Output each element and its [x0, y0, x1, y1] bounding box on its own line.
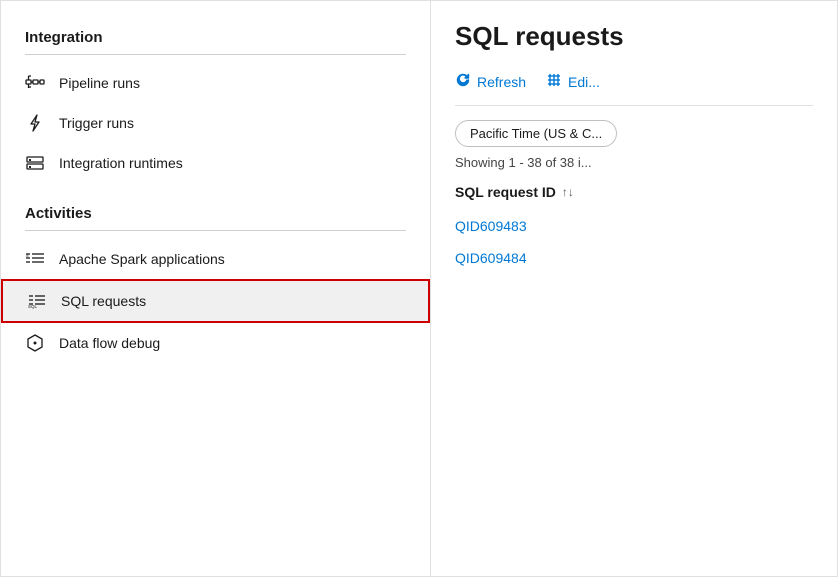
edit-button[interactable]: Edi... — [546, 68, 600, 95]
main-content: SQL requests Refresh Edi — [431, 1, 837, 576]
svg-text:≡: ≡ — [26, 253, 29, 259]
sort-icon[interactable]: ↑↓ — [562, 185, 574, 199]
data-flow-debug-label: Data flow debug — [59, 335, 160, 351]
sql-request-link-1[interactable]: QID609484 — [455, 250, 527, 266]
sidebar-item-trigger-runs[interactable]: Trigger runs — [1, 103, 430, 143]
dataflow-icon — [25, 333, 45, 353]
integration-runtimes-label: Integration runtimes — [59, 155, 183, 171]
edit-label: Edi... — [568, 74, 600, 90]
integration-divider — [25, 54, 406, 55]
sql-icon: SQL — [27, 291, 47, 311]
sql-request-link-0[interactable]: QID609483 — [455, 218, 527, 234]
sidebar-item-integration-runtimes[interactable]: Integration runtimes — [1, 143, 430, 183]
apache-spark-label: Apache Spark applications — [59, 251, 225, 267]
page-title: SQL requests — [455, 21, 813, 52]
sidebar-item-pipeline-runs[interactable]: Pipeline runs — [1, 63, 430, 103]
runtime-icon — [25, 153, 45, 173]
refresh-label: Refresh — [477, 74, 526, 90]
table-row: QID609484 — [455, 242, 813, 274]
trigger-icon — [25, 113, 45, 133]
showing-text: Showing 1 - 38 of 38 i... — [455, 155, 813, 170]
timezone-selector[interactable]: Pacific Time (US & C... — [455, 120, 617, 147]
activities-section-title: Activities — [1, 197, 430, 228]
refresh-button[interactable]: Refresh — [455, 68, 526, 95]
table-row: QID609483 — [455, 210, 813, 242]
trigger-runs-label: Trigger runs — [59, 115, 134, 131]
spark-icon: ≡ — [25, 249, 45, 269]
svg-text:SQL: SQL — [28, 304, 38, 309]
integration-section: Integration Pipeline runs — [1, 21, 430, 183]
sidebar-item-apache-spark[interactable]: ≡ Apache Spark applications — [1, 239, 430, 279]
sidebar-item-data-flow-debug[interactable]: Data flow debug — [1, 323, 430, 363]
integration-section-title: Integration — [1, 21, 430, 52]
edit-icon — [546, 72, 562, 91]
pipeline-icon — [25, 73, 45, 93]
refresh-icon — [455, 72, 471, 91]
table-header: SQL request ID ↑↓ — [455, 184, 813, 200]
toolbar: Refresh Edi... — [455, 68, 813, 106]
sql-request-id-column-label: SQL request ID — [455, 184, 556, 200]
sidebar: Integration Pipeline runs — [1, 1, 431, 576]
sidebar-item-sql-requests[interactable]: SQL SQL requests — [1, 279, 430, 323]
activities-divider — [25, 230, 406, 231]
activities-section: Activities ≡ Apache Spark applications — [1, 197, 430, 363]
pipeline-runs-label: Pipeline runs — [59, 75, 140, 91]
sql-requests-label: SQL requests — [61, 293, 146, 309]
